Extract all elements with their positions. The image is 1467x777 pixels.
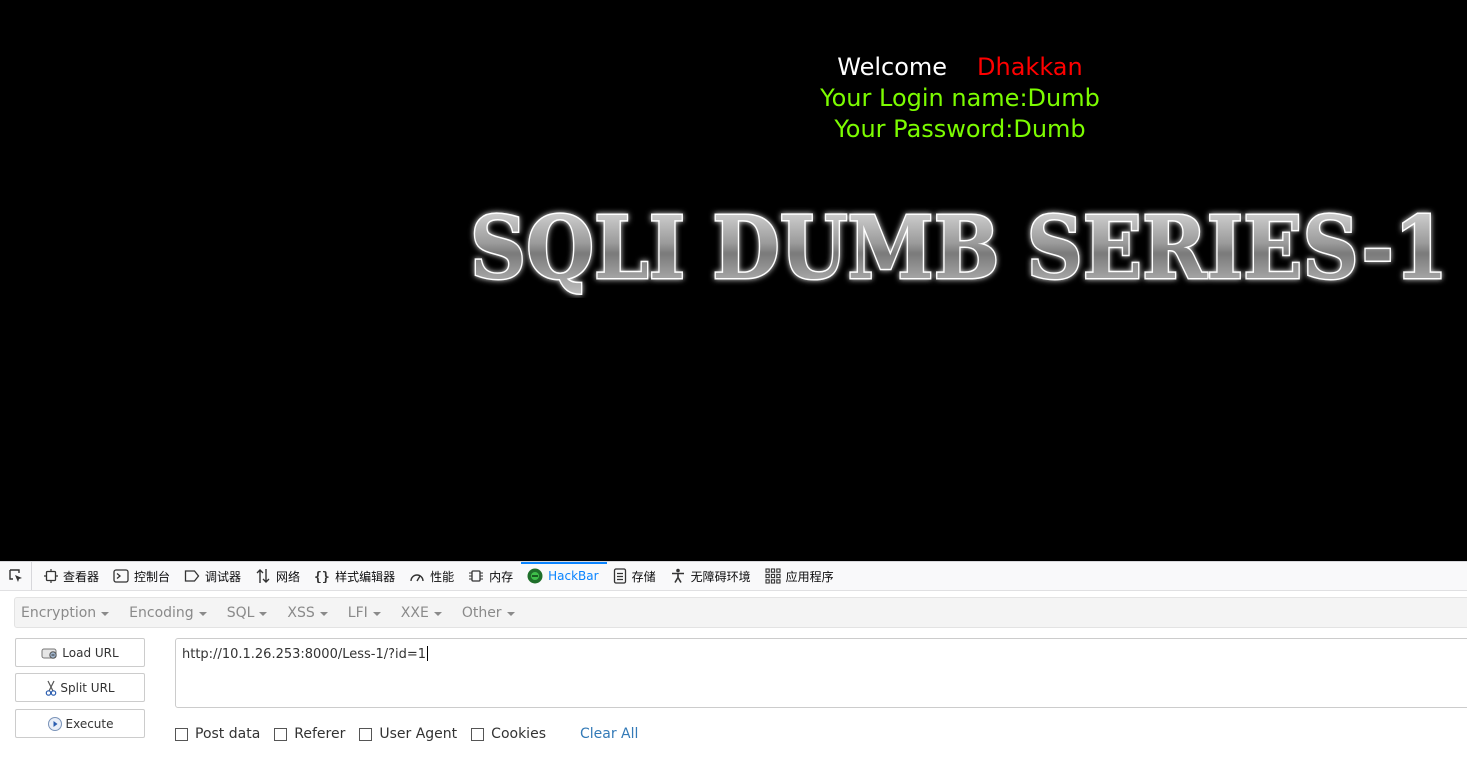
network-icon [256, 569, 270, 583]
caret-down-icon [372, 611, 381, 616]
tab-accessibility[interactable]: 无障碍环境 [664, 562, 759, 591]
scissors-icon [46, 680, 57, 696]
split-url-button[interactable]: Split URL [15, 673, 145, 702]
tab-label: 性能 [430, 569, 455, 584]
storage-icon [613, 568, 626, 584]
option-cookies[interactable]: Cookies [471, 726, 546, 742]
tab-hackbar[interactable]: HackBar [521, 561, 607, 591]
hackbar-icon [527, 568, 543, 584]
welcome-line: Welcome Dhakkan [760, 52, 1160, 83]
accessibility-icon [671, 568, 684, 583]
hackbar-menu: Encryption Encoding SQL XSS LFI XXE Othe… [14, 597, 1467, 628]
load-url-icon [41, 648, 57, 659]
performance-icon [410, 574, 424, 582]
tab-memory[interactable]: 内存 [462, 562, 521, 591]
caret-down-icon [259, 611, 268, 616]
debugger-icon [184, 570, 200, 582]
devtools-tab-bar: 查看器 控制台 调试器 网络 {} 样式编辑器 性能 内存 HackBar 存储… [0, 561, 1467, 591]
hackbar-options: Post data Referer User Agent Cookies Cle… [175, 724, 638, 744]
inspector-icon [44, 569, 58, 583]
user-agent-checkbox[interactable] [359, 727, 373, 741]
caret-down-icon [319, 611, 328, 616]
text-cursor [427, 646, 429, 661]
url-value: http://10.1.26.253:8000/Less-1/?id=1 [182, 647, 427, 662]
menu-lfi[interactable]: LFI [348, 605, 381, 621]
memory-icon [469, 570, 484, 582]
menu-sql[interactable]: SQL [227, 605, 268, 621]
caret-down-icon [433, 611, 442, 616]
menu-encryption[interactable]: Encryption [21, 605, 110, 621]
referer-checkbox[interactable] [274, 727, 288, 741]
welcome-username: Dhakkan [977, 53, 1083, 81]
tab-label: 存储 [631, 569, 656, 584]
svg-text:{}: {} [314, 570, 330, 583]
login-name-line: Your Login name:Dumb [820, 84, 1100, 112]
element-picker-button[interactable] [0, 562, 32, 590]
tab-style-editor[interactable]: {} 样式编辑器 [308, 562, 403, 591]
tab-label: 网络 [276, 569, 301, 584]
menu-xxe[interactable]: XXE [401, 605, 442, 621]
post-data-checkbox[interactable] [175, 727, 188, 741]
clear-all-link[interactable]: Clear All [580, 726, 638, 742]
password-line: Your Password:Dumb [834, 115, 1086, 143]
tab-label: 应用程序 [785, 569, 834, 584]
tab-label: 无障碍环境 [690, 569, 751, 584]
welcome-word: Welcome [837, 53, 948, 81]
tab-label: 样式编辑器 [335, 569, 396, 584]
url-textarea[interactable]: http://10.1.26.253:8000/Less-1/?id=1 [175, 638, 1467, 708]
tab-label: 控制台 [134, 569, 171, 584]
caret-down-icon [101, 611, 110, 616]
cookies-checkbox[interactable] [471, 727, 485, 741]
sqli-banner: SQLI DUMB SERIES-1 [469, 198, 1450, 298]
console-icon [113, 569, 129, 583]
tab-performance[interactable]: 性能 [403, 562, 462, 591]
caret-down-icon [198, 611, 207, 616]
menu-xss[interactable]: XSS [287, 605, 328, 621]
execute-label: Execute [65, 716, 114, 731]
welcome-block: Welcome Dhakkan Your Login name:Dumb Your… [760, 52, 1160, 145]
option-post-data[interactable]: Post data [175, 726, 260, 742]
tab-console[interactable]: 控制台 [107, 562, 178, 591]
application-icon [765, 568, 781, 584]
tab-inspector[interactable]: 查看器 [38, 562, 107, 591]
load-url-label: Load URL [62, 645, 119, 660]
split-url-label: Split URL [60, 680, 115, 695]
option-user-agent[interactable]: User Agent [359, 726, 457, 742]
caret-down-icon [506, 611, 515, 616]
tab-application[interactable]: 应用程序 [759, 562, 842, 591]
tab-label: HackBar [548, 569, 599, 583]
tab-debugger[interactable]: 调试器 [178, 562, 249, 591]
load-url-button[interactable]: Load URL [15, 638, 145, 667]
element-picker-icon [8, 569, 22, 582]
tab-label: 查看器 [63, 569, 100, 584]
execute-button[interactable]: Execute [15, 709, 145, 738]
tab-storage[interactable]: 存储 [607, 562, 664, 591]
menu-other[interactable]: Other [462, 605, 515, 621]
style-editor-icon: {} [314, 570, 330, 583]
banner-text: SQLI DUMB SERIES-1 [470, 198, 1448, 298]
play-icon [47, 716, 62, 731]
option-referer[interactable]: Referer [274, 726, 345, 742]
tab-network[interactable]: 网络 [249, 562, 308, 591]
page-viewport: Welcome Dhakkan Your Login name:Dumb Your… [0, 0, 1467, 561]
menu-encoding[interactable]: Encoding [129, 605, 207, 621]
tab-label: 调试器 [205, 569, 242, 584]
tab-label: 内存 [489, 569, 514, 584]
